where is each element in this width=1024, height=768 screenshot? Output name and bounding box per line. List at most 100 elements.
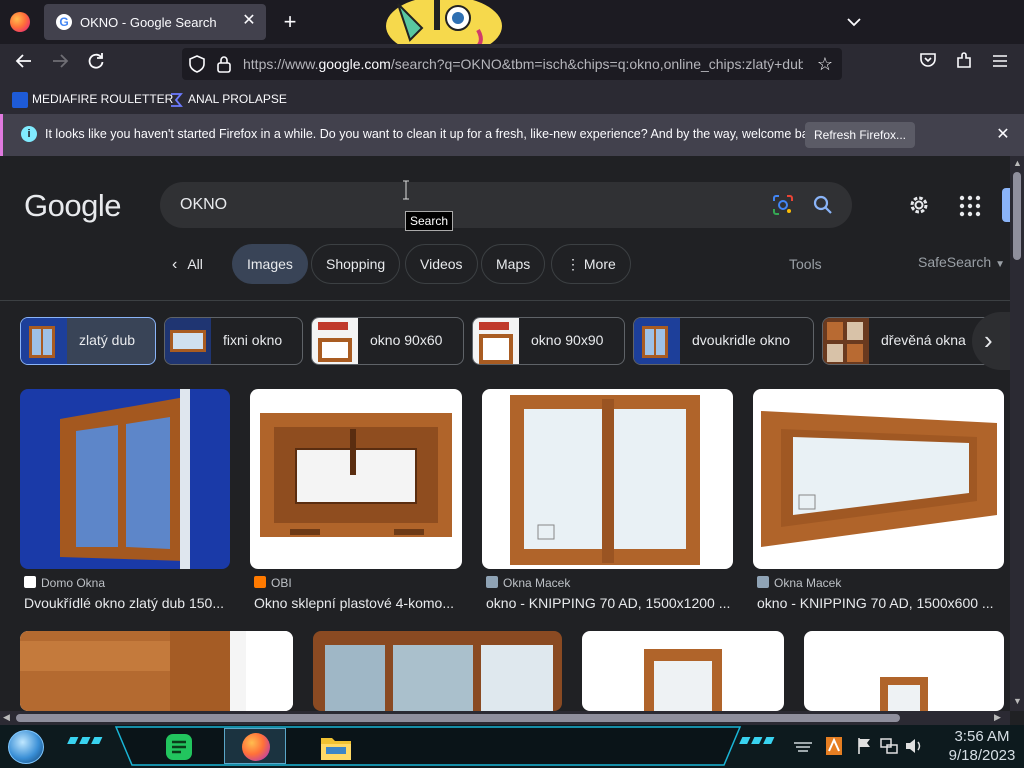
tab-shopping[interactable]: Shopping <box>311 244 401 284</box>
url-bar[interactable]: https://www.google.com/search?q=OKNO&tbm… <box>182 48 842 80</box>
tab-more-label: More <box>583 256 616 272</box>
refine-chip-okno-90x90[interactable]: okno 90x90 <box>472 317 625 365</box>
horizontal-scrollbar[interactable]: ◀ ▶ <box>0 711 1010 725</box>
result-image[interactable] <box>313 631 562 711</box>
search-icon[interactable] <box>812 194 834 216</box>
mediafire-icon <box>12 91 28 108</box>
chip-label: okno 90x90 <box>531 332 604 348</box>
result-title[interactable]: Dvoukřídlé okno zlatý dub 150... <box>24 595 234 611</box>
info-icon: i <box>21 126 37 142</box>
refine-chip-dvoukridle-okno[interactable]: dvoukridle okno <box>633 317 814 365</box>
url-text[interactable]: https://www.google.com/search?q=OKNO&tbm… <box>243 56 803 72</box>
scroll-up-icon[interactable]: ▲ <box>1013 158 1022 168</box>
notification-bar: i It looks like you haven't started Fire… <box>0 114 1024 156</box>
safesearch-button[interactable]: SafeSearch ▼ <box>918 254 1005 270</box>
tray-show-hidden-icon[interactable] <box>792 741 814 753</box>
search-tooltip: Search <box>405 211 454 231</box>
back-button[interactable] <box>12 52 36 76</box>
search-input[interactable]: OKNO <box>180 196 227 214</box>
scrollbar-thumb[interactable] <box>16 714 900 722</box>
safesearch-label: SafeSearch <box>918 254 992 270</box>
bookmarks-toolbar: MEDIAFIRE ROULETTER ANAL PROLAPSE <box>0 84 1024 114</box>
search-box[interactable]: OKNO <box>160 182 852 228</box>
google-results-page: Google OKNO Search ‹ All Images Shopping… <box>0 156 1010 711</box>
scroll-down-icon[interactable]: ▼ <box>1013 696 1022 706</box>
tab-maps[interactable]: Maps <box>481 244 546 284</box>
firefox-taskbar-button[interactable] <box>224 728 286 764</box>
refine-chip-zlaty-dub[interactable]: zlatý dub <box>20 317 156 365</box>
refine-chip-okno-90x60[interactable]: okno 90x60 <box>311 317 464 365</box>
result-title[interactable]: Okno sklepní plastové 4-komo... <box>254 595 466 611</box>
navigation-toolbar: https://www.google.com/search?q=OKNO&tbm… <box>0 44 1024 84</box>
file-explorer-icon[interactable] <box>320 732 352 762</box>
scroll-right-icon[interactable]: ▶ <box>994 712 1001 723</box>
result-source[interactable]: Okna Macek <box>757 576 841 590</box>
vertical-scrollbar[interactable]: ▲ ▼ <box>1010 156 1024 711</box>
network-icon[interactable] <box>880 737 898 755</box>
settings-gear-icon[interactable] <box>906 192 932 218</box>
notification-close-icon[interactable]: ✕ <box>993 125 1013 145</box>
result-source[interactable]: OBI <box>254 576 292 590</box>
extensions-icon[interactable] <box>952 52 976 76</box>
google-logo[interactable]: Google <box>24 188 121 224</box>
forward-button[interactable] <box>48 52 72 76</box>
scroll-left-icon[interactable]: ◀ <box>3 712 10 723</box>
google-apps-icon[interactable] <box>958 194 982 218</box>
result-image[interactable] <box>582 631 784 711</box>
scrollbar-thumb[interactable] <box>1013 172 1021 260</box>
bookmark-anal-prolapse[interactable]: ANAL PROLAPSE <box>168 90 287 108</box>
system-clock[interactable]: 3:56 AM 9/18/2023 <box>942 727 1022 765</box>
domo-okna-favicon-icon <box>24 576 36 588</box>
result-image[interactable] <box>753 389 1004 569</box>
result-image[interactable] <box>804 631 1004 711</box>
chevron-left-icon: ‹ <box>172 256 178 273</box>
tab-images[interactable]: Images <box>232 244 308 284</box>
tracking-protection-shield-icon[interactable] <box>188 55 206 73</box>
refine-chip-fixni-okno[interactable]: fixni okno <box>164 317 303 365</box>
result-image[interactable] <box>20 389 230 569</box>
result-image[interactable] <box>482 389 733 569</box>
result-image[interactable] <box>250 389 462 569</box>
chip-thumbnail <box>634 318 680 364</box>
sign-in-button[interactable] <box>1002 188 1010 222</box>
result-source[interactable]: Domo Okna <box>24 576 105 590</box>
refresh-firefox-button[interactable]: Refresh Firefox... <box>805 122 915 148</box>
firefox-icon[interactable] <box>10 12 30 32</box>
reload-button[interactable] <box>84 52 108 76</box>
tab-videos[interactable]: Videos <box>405 244 478 284</box>
bookmark-mediafire[interactable]: MEDIAFIRE ROULETTER <box>12 90 173 108</box>
lock-icon[interactable] <box>216 55 232 73</box>
notes-app-icon[interactable] <box>164 733 194 761</box>
url-host: google.com <box>318 56 391 72</box>
google-lens-icon[interactable] <box>772 195 794 215</box>
text-cursor-icon <box>403 180 409 200</box>
tools-button[interactable]: Tools <box>789 256 822 272</box>
result-source-label: OBI <box>271 576 292 590</box>
pocket-icon[interactable] <box>916 52 940 76</box>
new-tab-button[interactable]: + <box>278 10 302 34</box>
refine-chip-drevena-okna[interactable]: dřevěná okna <box>822 317 992 365</box>
list-all-tabs-icon[interactable] <box>842 10 866 34</box>
start-button[interactable] <box>8 730 44 764</box>
hamburger-menu-icon[interactable] <box>988 52 1012 76</box>
bookmark-label: ANAL PROLAPSE <box>188 92 287 106</box>
bookmark-star-icon[interactable]: ☆ <box>814 53 836 75</box>
tab-all[interactable]: ‹ All <box>172 244 203 284</box>
result-source-label: Domo Okna <box>41 576 106 590</box>
tray-app-icon[interactable] <box>826 737 842 755</box>
tab-strip: G OKNO - Google Search ✕ + <box>0 0 1024 56</box>
action-center-flag-icon[interactable] <box>856 737 872 755</box>
result-image[interactable] <box>20 631 293 711</box>
result-title[interactable]: okno - KNIPPING 70 AD, 1500x600 ... <box>757 595 1008 611</box>
tab-close-icon[interactable]: ✕ <box>240 12 258 30</box>
browser-tab[interactable]: G OKNO - Google Search ✕ <box>44 4 266 40</box>
obi-favicon-icon <box>254 576 266 588</box>
bookmark-label: MEDIAFIRE ROULETTER <box>32 92 174 106</box>
chip-label: okno 90x60 <box>370 332 443 348</box>
result-source[interactable]: Okna Macek <box>486 576 570 590</box>
google-favicon-icon: G <box>56 14 72 30</box>
result-title[interactable]: okno - KNIPPING 70 AD, 1500x1200 ... <box>486 595 737 611</box>
tab-more[interactable]: ⋮ More <box>551 244 631 284</box>
chip-label: dřevěná okna <box>881 332 966 348</box>
volume-icon[interactable] <box>904 737 924 755</box>
